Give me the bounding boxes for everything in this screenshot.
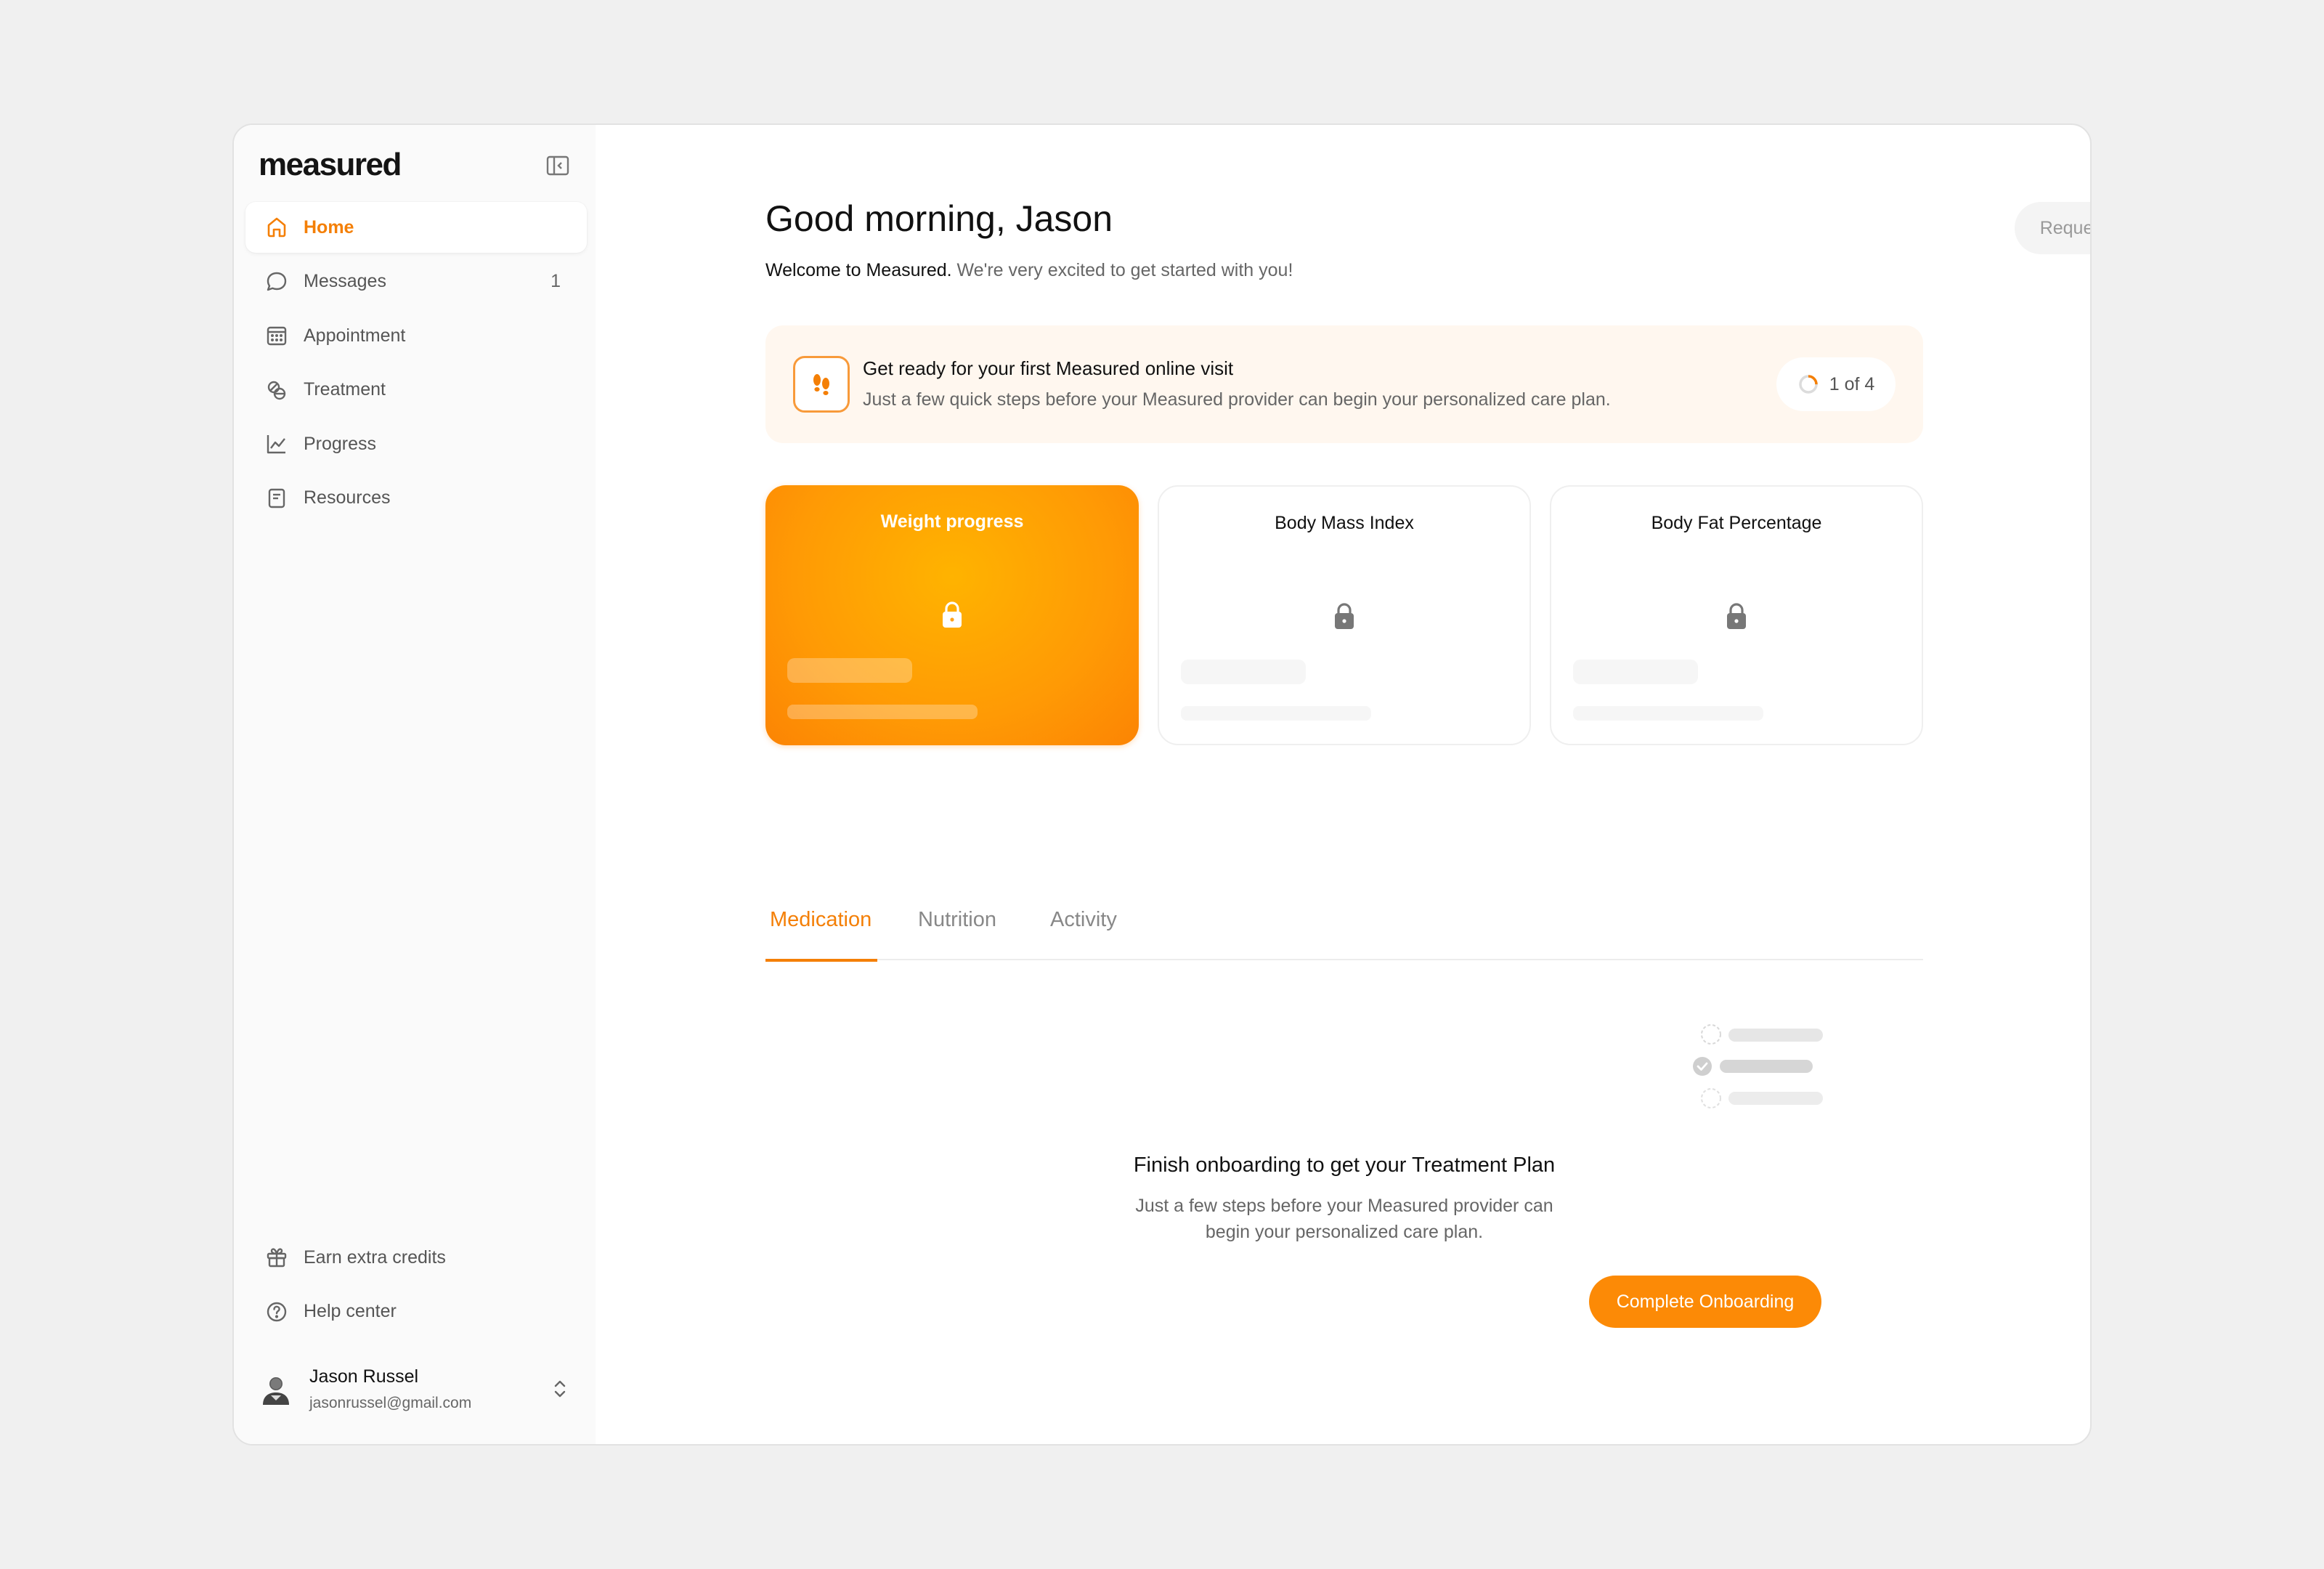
placeholder-bar <box>787 705 978 719</box>
empty-state-title: Finish onboarding to get your Treatment … <box>1133 1154 1556 1177</box>
user-name: Jason Russel <box>309 1366 419 1387</box>
sidebar-item-messages[interactable]: Messages 1 <box>245 256 587 307</box>
sidebar-item-appointment[interactable]: Appointment <box>245 310 587 361</box>
body-mass-index-card[interactable]: Body Mass Index <box>1158 485 1531 745</box>
chevron-up-down-icon <box>554 1380 566 1398</box>
onboarding-banner[interactable]: Get ready for your first Measured online… <box>765 325 1923 443</box>
steps-count: 1 of 4 <box>1829 373 1875 394</box>
chat-bubble-icon <box>264 269 289 294</box>
placeholder-bar <box>787 658 912 683</box>
tab-activity[interactable]: Activity <box>1050 899 1117 960</box>
document-icon <box>264 486 289 511</box>
welcome-message: Welcome to Measured. We're very excited … <box>765 260 1293 281</box>
sidebar-item-earn-credits[interactable]: Earn extra credits <box>245 1232 587 1283</box>
request-treatment-button[interactable]: Request Treatment <box>2015 202 2090 254</box>
card-title: Body Mass Index <box>1275 513 1414 533</box>
sidebar-item-help-center[interactable]: Help center <box>245 1286 587 1337</box>
card-title: Body Fat Percentage <box>1651 513 1822 533</box>
line-chart-icon <box>264 431 289 456</box>
card-title: Weight progress <box>880 511 1024 532</box>
sidebar-bottom-nav: Earn extra credits Help center <box>245 1232 587 1340</box>
tab-nutrition[interactable]: Nutrition <box>918 899 996 960</box>
sidebar-item-progress[interactable]: Progress <box>245 418 587 469</box>
empty-state-line-1: Just a few steps before your Measured pr… <box>1135 1196 1553 1216</box>
sidebar-item-label: Treatment <box>304 379 386 400</box>
sidebar-toggle-icon <box>546 155 569 176</box>
banner-subtitle: Just a few quick steps before your Measu… <box>863 389 1611 410</box>
calendar-icon <box>264 323 289 348</box>
sidebar-item-treatment[interactable]: Treatment <box>245 365 587 415</box>
avatar <box>263 1377 289 1405</box>
unread-count-badge: 1 <box>550 271 561 291</box>
main-content: Good morning, Jason Welcome to Measured.… <box>596 125 2090 1444</box>
pills-icon <box>264 378 289 402</box>
placeholder-bar <box>1181 706 1371 721</box>
sidebar-item-label: Appointment <box>304 325 406 346</box>
logo: measured <box>259 147 402 182</box>
placeholder-bar <box>1573 706 1763 721</box>
sidebar-item-label: Earn extra credits <box>304 1246 446 1268</box>
sidebar-nav: Home Messages 1 Appointment Treatment Pr… <box>245 202 587 527</box>
page-title: Good morning, Jason <box>765 198 1113 239</box>
progress-ring-icon <box>1798 375 1818 394</box>
tab-bar: Medication Nutrition Activity <box>765 899 1923 962</box>
sidebar-item-home[interactable]: Home <box>245 202 587 253</box>
weight-progress-card[interactable]: Weight progress <box>765 485 1139 745</box>
body-fat-percentage-card[interactable]: Body Fat Percentage <box>1550 485 1923 745</box>
user-info: Jason Russel jasonrussel@gmail.com <box>309 1366 471 1412</box>
lock-icon <box>943 601 962 628</box>
app-window: measured Home Messages 1 Appointment Tre… <box>232 123 2092 1446</box>
lock-icon <box>1335 603 1354 629</box>
onboarding-steps-indicator[interactable]: 1 of 4 <box>1776 357 1896 411</box>
sidebar-item-label: Messages <box>304 271 386 291</box>
tab-medication[interactable]: Medication <box>765 899 878 962</box>
empty-state-description: Just a few steps before your Measured pr… <box>765 1193 1923 1245</box>
welcome-strong: Welcome to Measured. <box>765 260 952 280</box>
lock-icon <box>1727 603 1746 629</box>
sidebar: measured Home Messages 1 Appointment Tre… <box>234 125 596 1444</box>
sidebar-item-label: Progress <box>304 433 377 454</box>
welcome-rest: We're very excited to get started with y… <box>951 260 1293 280</box>
placeholder-bar <box>1181 660 1306 684</box>
collapse-sidebar-button[interactable] <box>543 151 572 180</box>
gift-icon <box>264 1245 289 1270</box>
home-icon <box>264 215 289 240</box>
banner-title: Get ready for your first Measured online… <box>863 357 1234 379</box>
checklist-illustration <box>1693 1024 1823 1108</box>
sidebar-item-resources[interactable]: Resources <box>245 473 587 524</box>
user-email: jasonrussel@gmail.com <box>309 1394 472 1411</box>
placeholder-bar <box>1573 660 1698 684</box>
sidebar-item-label: Help center <box>304 1301 397 1321</box>
sidebar-item-label: Home <box>304 216 354 238</box>
sidebar-item-label: Resources <box>304 487 391 508</box>
empty-state-line-2: begin your personalized care plan. <box>1205 1222 1484 1242</box>
complete-onboarding-button[interactable]: Complete Onboarding <box>1589 1276 1821 1328</box>
user-account-switcher[interactable]: Jason Russel jasonrussel@gmail.com <box>259 1356 578 1422</box>
footsteps-icon <box>793 356 850 413</box>
help-circle-icon <box>264 1300 289 1324</box>
